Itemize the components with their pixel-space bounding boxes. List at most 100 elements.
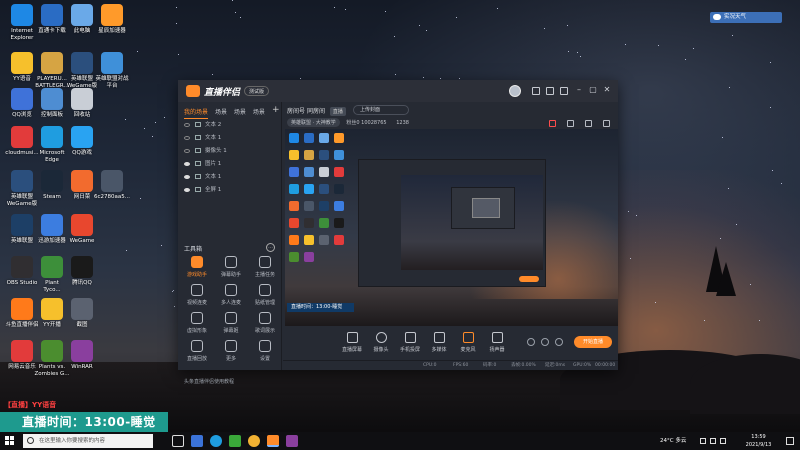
- notification-icon[interactable]: [786, 437, 794, 445]
- more-icon[interactable]: [603, 120, 610, 127]
- close-button[interactable]: ✕: [602, 85, 612, 95]
- nested-preview-window: [358, 159, 546, 287]
- chrome-icon[interactable]: [248, 435, 260, 447]
- star: [136, 50, 138, 52]
- taskbar-clock[interactable]: 13:59 2021/9/13: [736, 433, 781, 449]
- toolbox-title: 工具箱: [184, 246, 203, 253]
- tool-item[interactable]: 虚拟形象: [182, 312, 212, 334]
- star: [344, 9, 346, 11]
- screen-capture-button[interactable]: 直播屏幕: [339, 332, 365, 353]
- gift-icon[interactable]: [546, 87, 554, 95]
- weather-tray[interactable]: 24°C 多云: [660, 436, 686, 444]
- network-icon[interactable]: [700, 438, 706, 444]
- gear-icon[interactable]: [555, 338, 563, 346]
- desktop-icon[interactable]: 截图: [62, 298, 102, 329]
- tool-icon: [225, 340, 237, 352]
- share-icon[interactable]: [566, 120, 574, 127]
- taskbar-search-input[interactable]: 在这里输入你要搜索的内容: [23, 434, 153, 448]
- star: [152, 136, 154, 138]
- tool-item[interactable]: 更多: [216, 340, 246, 362]
- tab-my-scene[interactable]: 我的场景: [184, 107, 209, 119]
- desktop-icon[interactable]: QQ游戏: [62, 126, 102, 157]
- desktop-icon[interactable]: 英雄联盟对战 平台: [92, 52, 132, 90]
- desktop-icon[interactable]: 星辰加速器: [92, 4, 132, 35]
- avatar[interactable]: [509, 85, 521, 97]
- tool-item[interactable]: 视频连麦: [182, 284, 212, 306]
- layer-item[interactable]: 全屏 1: [184, 185, 276, 196]
- layer-item[interactable]: 摄像头 1: [184, 146, 276, 157]
- title-input[interactable]: 上传封面: [353, 105, 409, 115]
- gift-box-icon[interactable]: [548, 120, 556, 127]
- message-icon[interactable]: [532, 87, 540, 95]
- task-view-icon[interactable]: [172, 435, 184, 447]
- star: [576, 52, 578, 54]
- eye-icon[interactable]: [184, 122, 190, 127]
- desktop-icon[interactable]: 回收站: [62, 88, 102, 119]
- room-value[interactable]: 同房间: [307, 108, 325, 115]
- edge-icon[interactable]: [210, 435, 222, 447]
- input-method-icon[interactable]: [720, 438, 726, 444]
- tool-item[interactable]: 贴纸管理: [250, 284, 280, 306]
- eye-icon[interactable]: [184, 161, 190, 166]
- star: [636, 215, 638, 217]
- tutorial-link[interactable]: 头条直播伴侣使用教程: [184, 378, 234, 385]
- tool-label: 更多: [225, 356, 236, 362]
- record-icon[interactable]: [527, 338, 535, 346]
- version-badge[interactable]: 测试版: [244, 86, 270, 96]
- desktop-icon[interactable]: WinRAR: [62, 340, 102, 371]
- menu-icon[interactable]: [560, 87, 568, 95]
- tab-scene-3[interactable]: 场景: [234, 107, 246, 118]
- desktop-icon[interactable]: 腾讯QQ: [62, 256, 102, 287]
- star: [419, 24, 421, 26]
- eye-icon[interactable]: [184, 174, 190, 179]
- eye-icon[interactable]: [184, 148, 190, 153]
- add-scene-button[interactable]: +: [272, 105, 280, 115]
- live-companion-task-icon[interactable]: [267, 435, 279, 447]
- camera-button[interactable]: 摄像头: [368, 332, 394, 353]
- wechat-icon[interactable]: [229, 435, 241, 447]
- star: [234, 12, 236, 14]
- app-task-icon[interactable]: [286, 435, 298, 447]
- tool-item[interactable]: 弹幕姬: [216, 312, 246, 334]
- eye-icon[interactable]: [541, 338, 549, 346]
- tool-item[interactable]: 设置: [250, 340, 280, 362]
- explorer-icon[interactable]: [191, 435, 203, 447]
- tool-item[interactable]: 多人连麦: [216, 284, 246, 306]
- layer-item[interactable]: 文本 1: [184, 133, 276, 144]
- desktop-icon[interactable]: 6c2780aa5...: [92, 170, 132, 201]
- start-live-button[interactable]: 开始直播: [574, 336, 612, 348]
- tab-scene-4[interactable]: 场景: [253, 107, 265, 118]
- phone-cast-button[interactable]: 手机投屏: [397, 332, 423, 353]
- star: [175, 6, 177, 8]
- star: [163, 117, 165, 119]
- app-icon: [71, 340, 93, 362]
- layer-item[interactable]: 文本 2: [184, 120, 276, 131]
- eye-icon[interactable]: [184, 135, 190, 140]
- status-latency: 延迟:0ms: [545, 363, 566, 368]
- minimize-button[interactable]: –: [574, 85, 584, 95]
- volume-icon[interactable]: [710, 438, 716, 444]
- windows-start-icon[interactable]: [5, 436, 15, 446]
- microphone-button[interactable]: 麦克风: [455, 332, 481, 353]
- tool-item[interactable]: 歌词展示: [250, 312, 280, 334]
- tool-item[interactable]: 游戏助手: [182, 256, 212, 278]
- settings-icon[interactable]: [584, 120, 592, 127]
- maximize-button[interactable]: ▢: [588, 85, 598, 95]
- media-button[interactable]: 多媒体: [426, 332, 452, 353]
- speaker-button[interactable]: 扬声器: [484, 332, 510, 353]
- desktop-icon[interactable]: WeGame: [62, 214, 102, 245]
- eye-icon[interactable]: [184, 187, 190, 192]
- weather-widget[interactable]: 实况天气: [710, 12, 782, 23]
- preview-caption: 直播时间：13:00-睡觉: [287, 303, 354, 312]
- toolbox-settings-icon[interactable]: …: [266, 243, 275, 252]
- category-chip[interactable]: 英雄联盟 · 大神教学: [287, 118, 340, 127]
- star: [177, 53, 179, 55]
- layer-item[interactable]: 文本 1: [184, 172, 276, 183]
- live-preview[interactable]: 直播时间：13:00-睡觉: [285, 129, 618, 326]
- layer-item[interactable]: 图片 1: [184, 159, 276, 170]
- tool-item[interactable]: 主播任务: [250, 256, 280, 278]
- preview-desktop-icon: [334, 133, 344, 143]
- tool-item[interactable]: 弹幕助手: [216, 256, 246, 278]
- tool-item[interactable]: 直播回放: [182, 340, 212, 362]
- tab-scene-2[interactable]: 场景: [215, 107, 227, 118]
